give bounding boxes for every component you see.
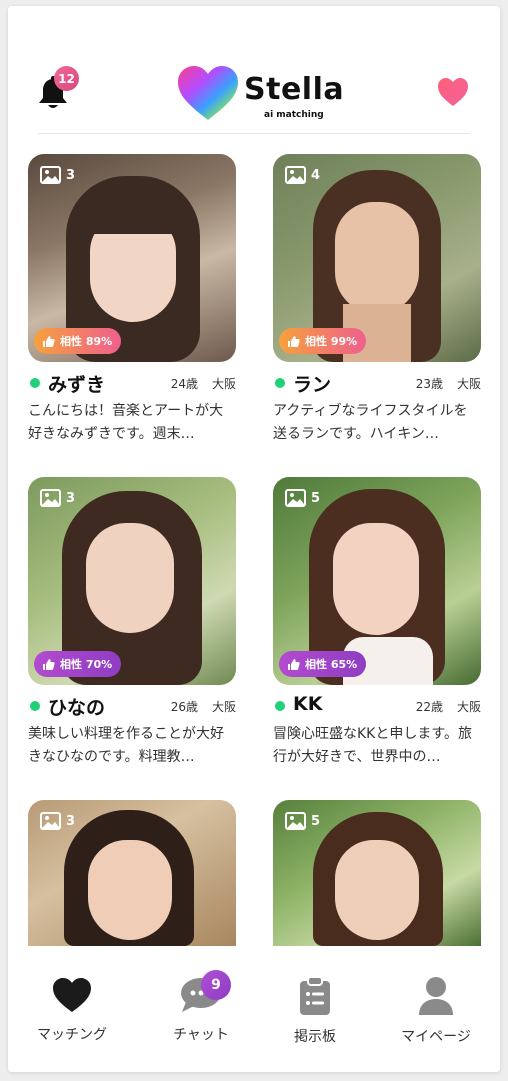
photo-count: 3 [40,812,75,830]
profile-name: みずき [48,374,106,396]
profile-meta: 22歳 大阪 [416,698,481,715]
photo-count: 4 [285,166,320,184]
bottom-navigation: マッチング チャット 9 掲示板 マイページ [8,946,500,1072]
photo-count: 5 [285,812,320,830]
nav-board-label: 掲示板 [294,1029,336,1045]
app-logo: Stella ai matching [176,64,344,126]
profile-location: 大阪 [456,377,481,391]
photo-count-text: 4 [311,167,321,183]
nav-matching-label: マッチング [37,1027,107,1043]
profile-card[interactable]: 3 [28,800,236,946]
nav-chat[interactable]: チャット 9 [146,970,256,1044]
profile-photo[interactable]: 4 相性 99% [273,154,481,362]
photo-count-text: 5 [311,490,321,506]
thumbs-up-icon [43,335,55,347]
profile-card[interactable]: 4 相性 99% ラン 23歳 大阪 アクティブなライフスタイルを送るランです。ハ… [273,154,481,446]
profile-location: 大阪 [211,377,236,391]
profile-location: 大阪 [211,700,236,714]
nav-mypage[interactable]: マイページ [381,976,491,1046]
profile-card[interactable]: 5 [273,800,481,946]
online-indicator [30,378,40,388]
app-screen: 12 Stella ai matching 3 相性 89% みずき 24歳 大… [8,6,500,1072]
thumbs-up-icon [288,658,300,670]
profile-info: ひなの 26歳 大阪 [28,689,236,723]
profile-info: みずき 24歳 大阪 [28,366,236,400]
online-indicator [275,378,285,388]
profile-location: 大阪 [456,700,481,714]
profile-photo[interactable]: 3 [28,800,236,946]
image-icon [285,489,306,507]
header-divider [38,133,470,134]
profile-description: 美味しい料理を作ることが大好きなひなのです。料理教… [28,726,224,765]
image-icon [40,489,61,507]
clipboard-icon [300,976,330,1015]
notification-badge: 12 [54,66,79,91]
profile-photo[interactable]: 3 相性 89% [28,154,236,362]
photo-count-text: 3 [66,167,76,183]
logo-subtitle: ai matching [264,110,324,120]
nav-mypage-label: マイページ [401,1029,471,1045]
compatibility-badge: 相性 89% [34,328,122,354]
profile-photo[interactable]: 3 相性 70% [28,477,236,685]
profile-age: 23歳 [415,377,443,391]
profile-card[interactable]: 5 相性 65% KK 22歳 大阪 冒険心旺盛なKKと申します。旅行が大好きで、… [273,477,481,769]
photo-count: 3 [40,489,75,507]
heart-icon [53,978,91,1012]
app-header: 12 Stella ai matching [8,56,500,136]
heart-icon [438,78,468,106]
compatibility-badge: 相性 65% [279,651,367,677]
online-indicator [30,701,40,711]
thumbs-up-icon [43,658,55,670]
logo-text: Stella [244,72,345,107]
profile-meta: 23歳 大阪 [416,375,481,392]
profile-name: ラン [293,374,332,396]
profile-meta: 24歳 大阪 [171,375,236,392]
image-icon [40,812,61,830]
compatibility-badge: 相性 70% [34,651,122,677]
photo-count-text: 5 [311,813,321,829]
profile-age: 26歳 [170,700,198,714]
profile-card[interactable]: 3 相性 70% ひなの 26歳 大阪 美味しい料理を作ることが大好きなひなのです… [28,477,236,769]
rainbow-heart-icon [178,66,238,120]
user-icon [419,977,453,1015]
compatibility-badge: 相性 99% [279,328,367,354]
photo-count: 3 [40,166,75,184]
image-icon [285,166,306,184]
profile-name: ひなの [48,697,106,719]
profile-info: KK 22歳 大阪 [273,689,481,723]
chat-badge: 9 [201,970,231,1000]
profile-photo[interactable]: 5 [273,800,481,946]
profile-description: こんにちは！音楽とアートが大好きなみずきです。週末… [28,403,224,442]
profile-name: KK [293,693,323,715]
image-icon [285,812,306,830]
profile-description: 冒険心旺盛なKKと申します。旅行が大好きで、世界中の… [273,726,472,765]
profile-photo[interactable]: 5 相性 65% [273,477,481,685]
thumbs-up-icon [288,335,300,347]
profile-card[interactable]: 3 相性 89% みずき 24歳 大阪 こんにちは！音楽とアートが大好きなみずきで… [28,154,236,446]
online-indicator [275,701,285,711]
profile-age: 22歳 [415,700,443,714]
photo-count: 5 [285,489,320,507]
profile-description: アクティブなライフスタイルを送るランです。ハイキン… [273,403,468,442]
nav-matching[interactable]: マッチング [17,976,127,1044]
photo-count-text: 3 [66,490,76,506]
profile-age: 24歳 [170,377,198,391]
profile-info: ラン 23歳 大阪 [273,366,481,400]
image-icon [40,166,61,184]
nav-board[interactable]: 掲示板 [260,976,370,1046]
photo-count-text: 3 [66,813,76,829]
nav-chat-label: チャット [173,1027,229,1043]
profile-meta: 26歳 大阪 [171,698,236,715]
favorites-button[interactable] [436,76,470,108]
